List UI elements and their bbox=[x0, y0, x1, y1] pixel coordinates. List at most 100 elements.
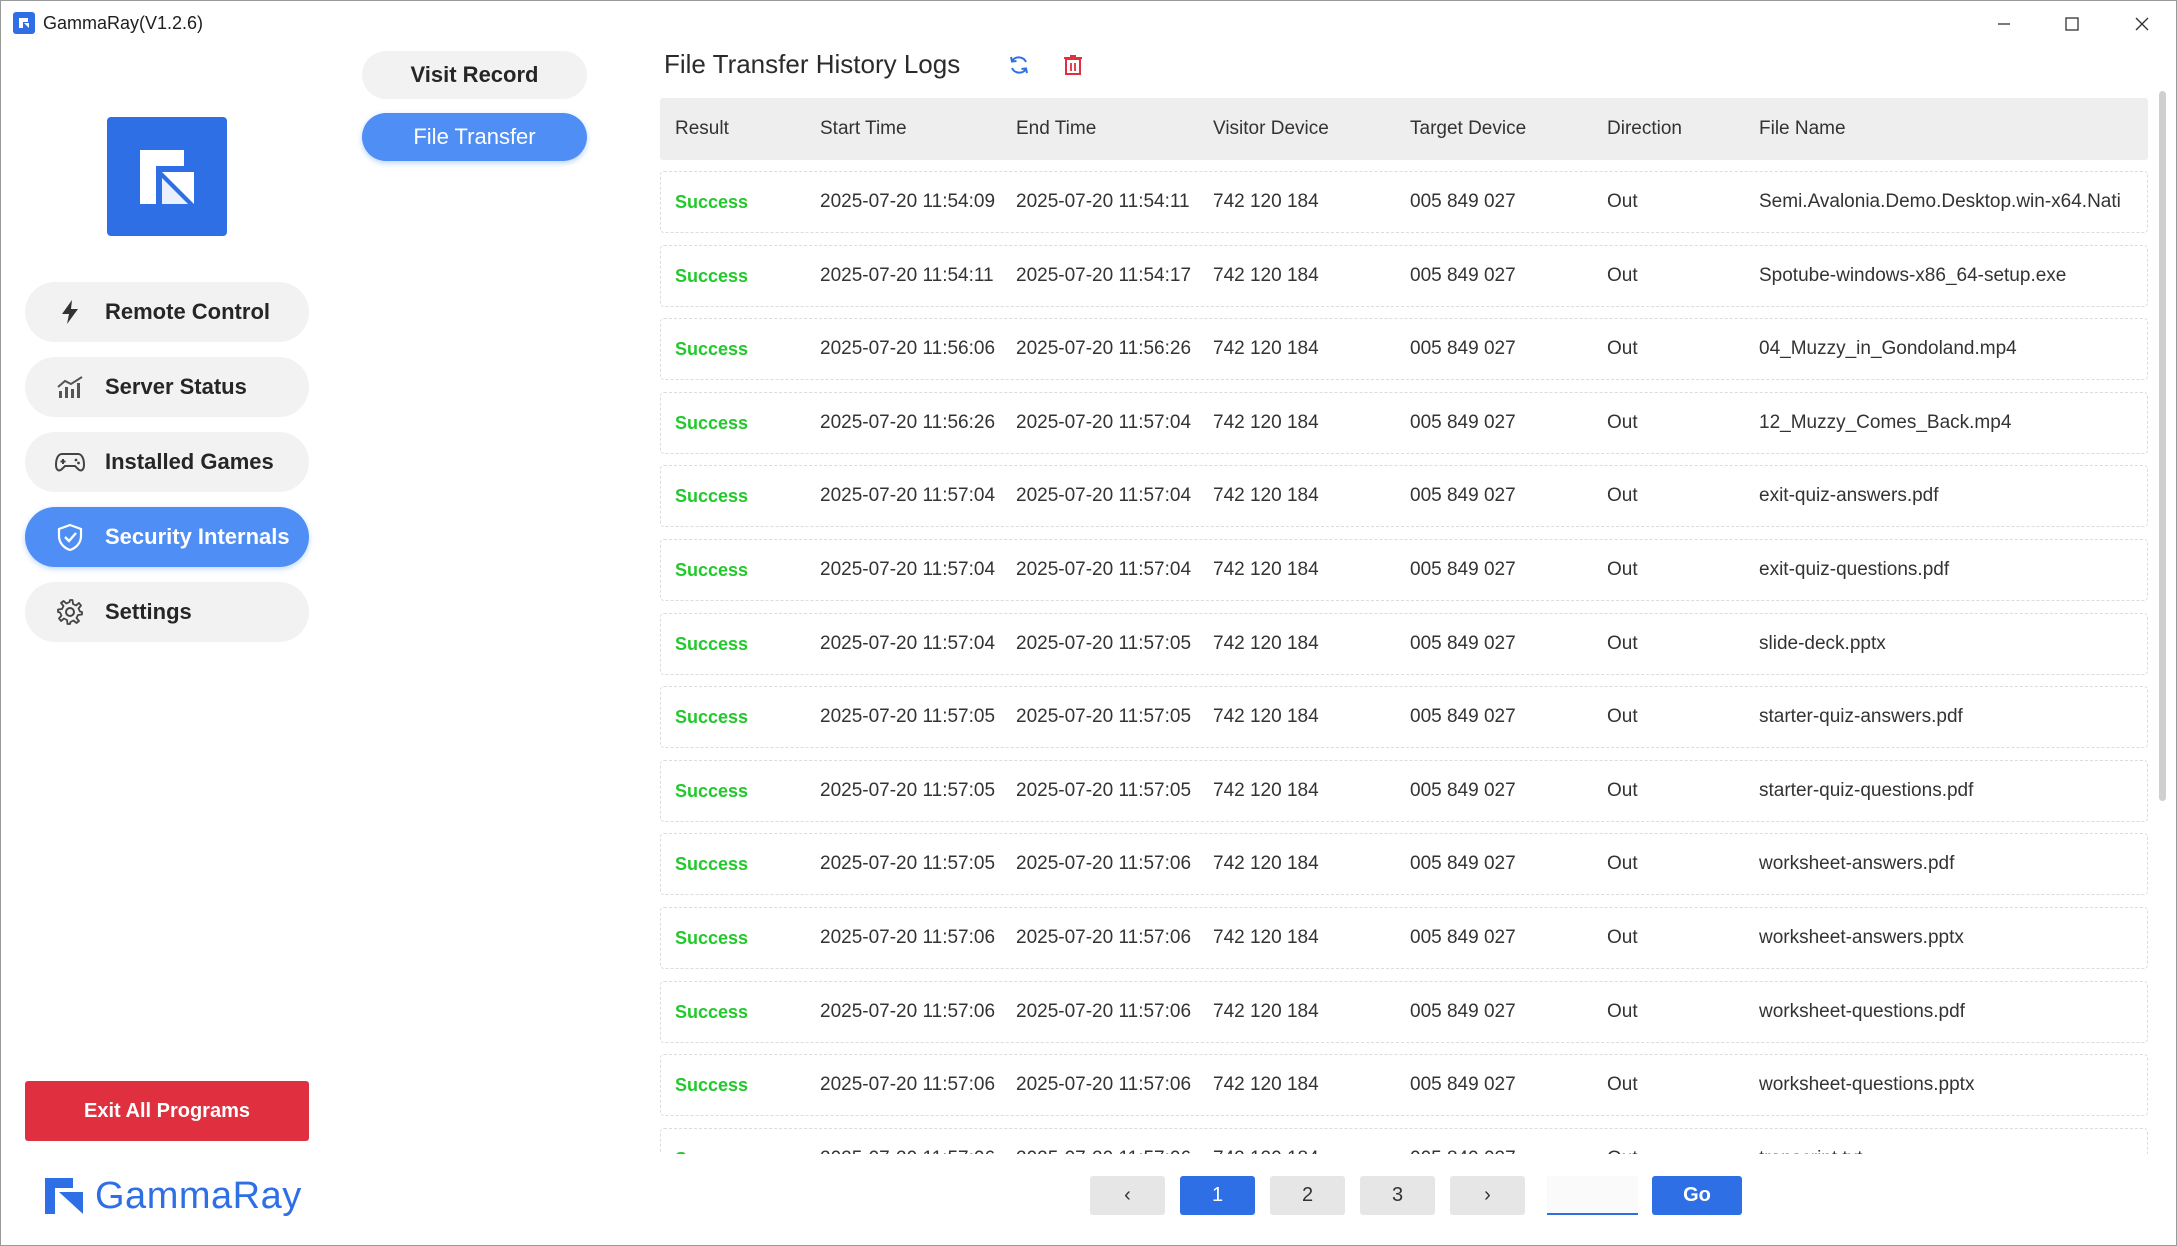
column-header: File Name bbox=[1759, 118, 1846, 139]
trash-icon bbox=[1064, 55, 1082, 75]
table-cell: Out bbox=[1607, 412, 1638, 433]
table-row[interactable]: Success 2025-07-20 11:56:26 2025-07-20 11:… bbox=[660, 392, 2148, 454]
table-cell: 742 120 184 bbox=[1213, 633, 1319, 654]
table-row[interactable]: Success 2025-07-20 11:57:06 2025-07-20 11:… bbox=[660, 1054, 2148, 1116]
sidebar-item-settings[interactable]: Settings bbox=[25, 582, 309, 642]
maximize-icon bbox=[2065, 17, 2079, 31]
table-cell: 005 849 027 bbox=[1410, 412, 1516, 433]
table-cell: Out bbox=[1607, 485, 1638, 506]
table-row[interactable]: Success 2025-07-20 11:57:05 2025-07-20 11:… bbox=[660, 833, 2148, 895]
table-row[interactable]: Success2025-07-20 11:57:062025-07-20 11:… bbox=[660, 1128, 2148, 1154]
table-cell: Spotube-windows-x86_64-setup.exe bbox=[1759, 265, 2067, 286]
table-cell: Semi.Avalonia.Demo.Desktop.win-x64.Nati bbox=[1759, 191, 2121, 212]
page-button-2[interactable]: 2 bbox=[1270, 1176, 1345, 1215]
table-cell: 2025-07-20 11:57:06 bbox=[820, 1074, 996, 1095]
table-cell: 005 849 027 bbox=[1410, 706, 1516, 727]
table-cell: transcript.txt bbox=[1759, 1129, 2134, 1154]
table-cell: 2025-07-20 11:57:04 bbox=[1016, 559, 1192, 580]
sidebar-item-remote-control[interactable]: Remote Control bbox=[25, 282, 309, 342]
table-cell: 005 849 027 bbox=[1410, 1129, 1600, 1154]
status-badge: Success bbox=[675, 1075, 749, 1095]
scrollbar-thumb[interactable] bbox=[2159, 91, 2166, 801]
table-cell: 2025-07-20 11:57:05 bbox=[820, 780, 996, 801]
table-row[interactable]: Success 2025-07-20 11:57:04 2025-07-20 11:… bbox=[660, 613, 2148, 675]
table-cell: 2025-07-20 11:57:06 bbox=[1016, 1074, 1192, 1095]
table-cell: slide-deck.pptx bbox=[1759, 633, 1886, 654]
prev-page-button[interactable]: ‹ bbox=[1090, 1176, 1165, 1215]
column-header: Start Time bbox=[820, 118, 907, 139]
page-jump-input[interactable] bbox=[1547, 1176, 1638, 1215]
table-cell: starter-quiz-answers.pdf bbox=[1759, 706, 1963, 727]
table-row[interactable]: Success 2025-07-20 11:56:06 2025-07-20 11:… bbox=[660, 318, 2148, 380]
close-button[interactable] bbox=[2107, 1, 2176, 47]
table-cell: 2025-07-20 11:57:04 bbox=[1016, 485, 1192, 506]
status-badge: Success bbox=[675, 339, 749, 359]
next-page-button[interactable]: › bbox=[1450, 1176, 1525, 1215]
table-row[interactable]: Success2025-07-20 11:57:062025-07-20 11:… bbox=[660, 907, 2148, 969]
lightning-icon bbox=[55, 297, 85, 327]
gear-icon bbox=[55, 597, 85, 627]
table-row[interactable]: Success 2025-07-20 11:54:11 2025-07-20 11:… bbox=[660, 245, 2148, 307]
table-header: Result Start Time End Time Visitor Device Ta… bbox=[660, 98, 2148, 160]
page-title: File Transfer History Logs bbox=[664, 49, 961, 79]
maximize-button[interactable] bbox=[2037, 1, 2107, 47]
table-cell: 2025-07-20 11:57:04 bbox=[820, 559, 996, 580]
refresh-button[interactable] bbox=[1007, 53, 1031, 77]
table-cell: 742 120 184 bbox=[1213, 780, 1319, 801]
delete-button[interactable] bbox=[1061, 53, 1085, 77]
table-cell: 742 120 184 bbox=[1213, 853, 1319, 874]
table-cell: 005 849 027 bbox=[1410, 265, 1516, 286]
table-cell: 2025-07-20 11:54:11 bbox=[820, 265, 994, 286]
window-title: GammaRay(V1.2.6) bbox=[43, 13, 204, 33]
table-cell: 2025-07-20 11:57:05 bbox=[1016, 780, 1192, 801]
table-cell: 2025-07-20 11:56:26 bbox=[820, 412, 996, 433]
table-cell: 2025-07-20 11:57:06 bbox=[1016, 1001, 1192, 1022]
table-cell: Out bbox=[1607, 265, 1638, 286]
table-cell: 2025-07-20 11:57:05 bbox=[820, 706, 996, 727]
table-row[interactable]: Success 2025-07-20 11:54:09 2025-07-20 11:… bbox=[660, 171, 2148, 233]
table-cell: 2025-07-20 11:57:05 bbox=[1016, 633, 1192, 654]
sidebar-item-security-internals[interactable]: Security Internals bbox=[25, 507, 309, 567]
table-cell: 2025-07-20 11:57:06 bbox=[1016, 1129, 1206, 1154]
table-cell: Out bbox=[1607, 559, 1638, 580]
table-cell: 2025-07-20 11:57:06 bbox=[1016, 927, 1192, 948]
table-row[interactable]: Success 2025-07-20 11:57:04 2025-07-20 11:… bbox=[660, 539, 2148, 601]
column-header: Direction bbox=[1607, 118, 1682, 139]
column-header: Target Device bbox=[1410, 118, 1527, 139]
exit-all-programs-button[interactable]: Exit All Programs bbox=[25, 1081, 309, 1141]
table-cell: 04_Muzzy_in_Gondoland.mp4 bbox=[1759, 338, 2017, 359]
go-button[interactable]: Go bbox=[1652, 1176, 1742, 1215]
close-icon bbox=[2135, 17, 2149, 31]
logo-icon bbox=[140, 149, 194, 204]
table-row[interactable]: Success 2025-07-20 11:57:04 2025-07-20 11:… bbox=[660, 465, 2148, 527]
table-cell: 2025-07-20 11:54:09 bbox=[820, 191, 996, 212]
sidebar-item-label: Server Status bbox=[105, 374, 247, 399]
minimize-button[interactable] bbox=[1969, 1, 2039, 47]
page-button-1[interactable]: 1 bbox=[1180, 1176, 1255, 1215]
table-cell: worksheet-questions.pptx bbox=[1759, 1074, 1975, 1095]
status-badge: Success bbox=[675, 266, 749, 286]
table-row[interactable]: Success 2025-07-20 11:57:05 2025-07-20 11:… bbox=[660, 686, 2148, 748]
status-badge: Success bbox=[675, 634, 749, 654]
sidebar-item-server-status[interactable]: Server Status bbox=[25, 357, 309, 417]
status-badge: Success bbox=[675, 1129, 815, 1154]
table-cell: 742 120 184 bbox=[1213, 1074, 1319, 1095]
tab-visit-record[interactable]: Visit Record bbox=[362, 51, 587, 99]
status-badge: Success bbox=[675, 486, 749, 506]
table-cell: 2025-07-20 11:56:26 bbox=[1016, 338, 1192, 359]
tab-file-transfer[interactable]: File Transfer bbox=[362, 113, 587, 161]
table-cell: 742 120 184 bbox=[1213, 559, 1319, 580]
table-cell: Out bbox=[1607, 927, 1638, 948]
table-row[interactable]: Success2025-07-20 11:57:062025-07-20 11:… bbox=[660, 981, 2148, 1043]
status-badge: Success bbox=[675, 928, 749, 948]
table-cell: 742 120 184 bbox=[1213, 338, 1319, 359]
table-cell: 742 120 184 bbox=[1213, 412, 1319, 433]
table-cell: 2025-07-20 11:57:04 bbox=[1016, 412, 1192, 433]
table-row[interactable]: Success 2025-07-20 11:57:05 2025-07-20 11:… bbox=[660, 760, 2148, 822]
page-button-3[interactable]: 3 bbox=[1360, 1176, 1435, 1215]
table-cell: worksheet-answers.pdf bbox=[1759, 853, 1955, 874]
app-logo bbox=[107, 117, 227, 236]
table-cell: Out bbox=[1607, 853, 1638, 874]
sidebar-item-installed-games[interactable]: Installed Games bbox=[25, 432, 309, 492]
table-cell: 742 120 184 bbox=[1213, 1129, 1403, 1154]
